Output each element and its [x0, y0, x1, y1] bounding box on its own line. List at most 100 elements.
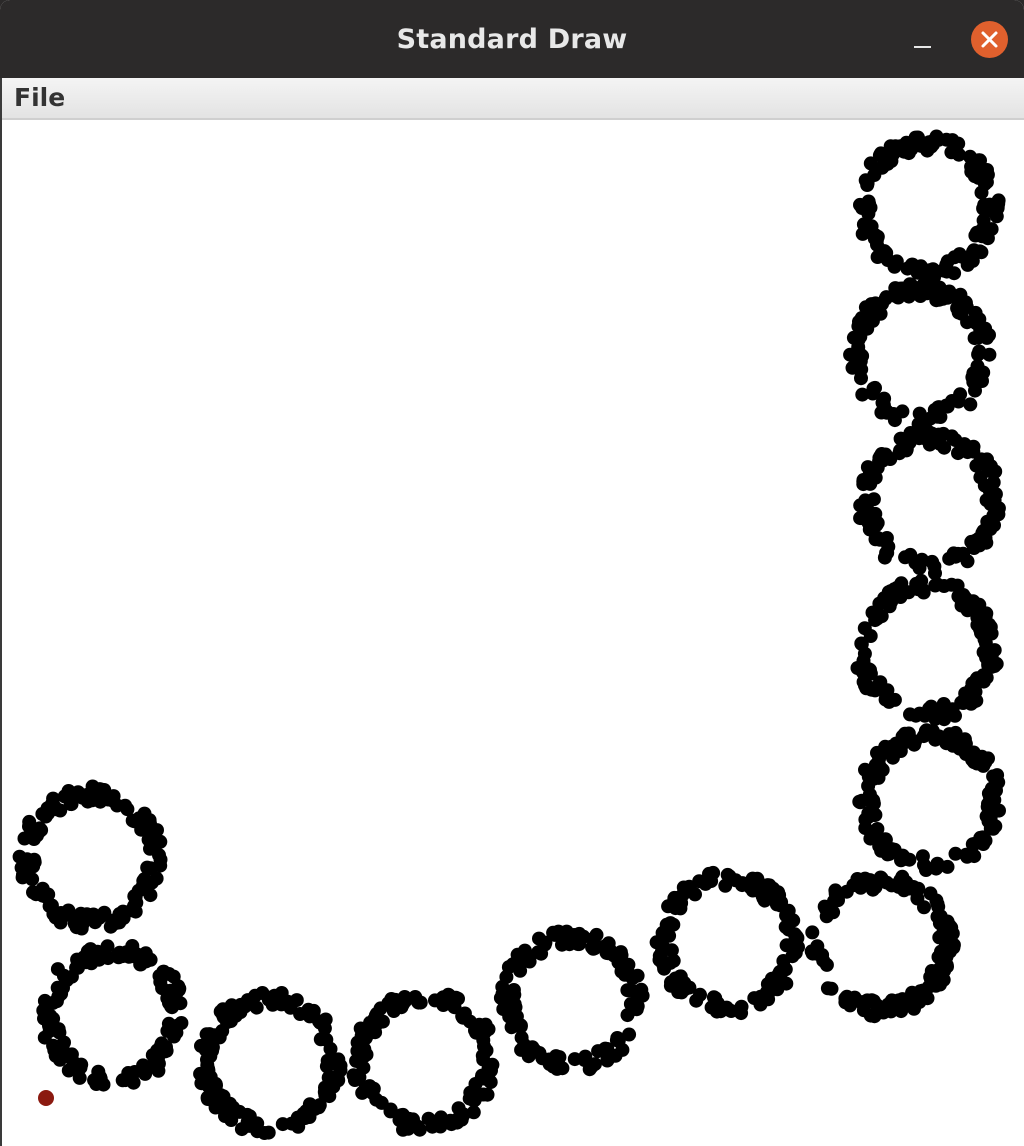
point: [510, 958, 525, 972]
point: [860, 178, 875, 192]
close-button[interactable]: [971, 21, 1008, 58]
point: [653, 949, 668, 963]
point: [960, 257, 975, 272]
point: [151, 1063, 166, 1078]
point: [29, 887, 43, 902]
point: [864, 304, 879, 319]
point: [967, 849, 982, 864]
point: [973, 322, 988, 337]
point: [392, 1113, 407, 1127]
point: [319, 1032, 334, 1047]
point: [875, 762, 890, 777]
menu-file[interactable]: File: [14, 80, 65, 116]
ring-2: [843, 275, 997, 432]
point: [249, 1000, 264, 1015]
point: [302, 1097, 317, 1112]
point: [876, 1005, 891, 1020]
point: [818, 902, 833, 916]
point: [863, 466, 878, 481]
point: [928, 711, 943, 726]
point: [965, 752, 980, 767]
point: [882, 595, 897, 610]
point: [981, 656, 996, 671]
point: [756, 891, 771, 906]
ring-4: [850, 573, 1004, 727]
point: [657, 961, 672, 976]
point: [549, 1049, 563, 1064]
point: [983, 821, 998, 836]
point: [959, 300, 974, 314]
ring-5: [852, 723, 1006, 877]
point: [165, 1000, 179, 1015]
point: [457, 1006, 472, 1021]
point: [677, 982, 692, 997]
point: [960, 445, 975, 460]
point: [912, 561, 927, 575]
point: [975, 623, 990, 638]
point: [118, 1073, 133, 1088]
point: [965, 837, 980, 852]
point: [75, 917, 90, 932]
minimize-button[interactable]: [902, 22, 942, 62]
point: [932, 916, 947, 931]
point: [87, 1073, 102, 1088]
point: [872, 677, 887, 692]
point: [170, 1018, 185, 1033]
point: [907, 1001, 921, 1016]
point: [989, 772, 1004, 787]
drawing-canvas[interactable]: [2, 120, 1024, 1146]
ring-1: [853, 129, 1006, 285]
point: [609, 1033, 624, 1048]
point: [860, 321, 875, 336]
point: [930, 577, 944, 592]
point: [879, 404, 894, 419]
point: [882, 694, 897, 709]
point: [850, 872, 865, 886]
point: [860, 502, 875, 517]
point: [64, 1047, 79, 1062]
point: [863, 156, 878, 171]
point: [283, 1000, 298, 1015]
point: [692, 874, 707, 889]
title-bar[interactable]: Standard Draw: [0, 0, 1024, 79]
point: [854, 995, 869, 1010]
point: [198, 1042, 213, 1057]
point: [866, 994, 881, 1009]
point: [128, 904, 143, 919]
point: [932, 280, 947, 295]
point: [710, 996, 725, 1011]
point: [984, 808, 998, 823]
point: [47, 799, 62, 814]
point: [927, 430, 942, 445]
point: [673, 969, 688, 984]
point: [600, 1053, 615, 1068]
point: [706, 865, 721, 880]
point: [974, 185, 989, 200]
ring-10: [193, 986, 348, 1140]
point: [945, 133, 960, 148]
point: [627, 1001, 642, 1016]
point: [143, 861, 158, 876]
ring-9: [346, 987, 500, 1137]
point: [324, 1055, 339, 1070]
point: [322, 1089, 337, 1104]
point: [347, 1073, 362, 1087]
point: [15, 870, 30, 885]
point: [913, 984, 928, 999]
point: [880, 847, 895, 862]
point: [973, 470, 988, 485]
point: [356, 1031, 371, 1046]
point: [883, 739, 898, 754]
point: [771, 885, 786, 900]
point: [397, 990, 412, 1004]
point: [92, 910, 107, 925]
point: [983, 459, 998, 474]
point: [61, 903, 76, 918]
point: [981, 751, 995, 766]
point: [52, 1052, 67, 1067]
point: [862, 196, 877, 211]
point: [931, 132, 946, 147]
point: [202, 1027, 217, 1042]
point: [312, 1014, 326, 1029]
point: [982, 515, 997, 530]
